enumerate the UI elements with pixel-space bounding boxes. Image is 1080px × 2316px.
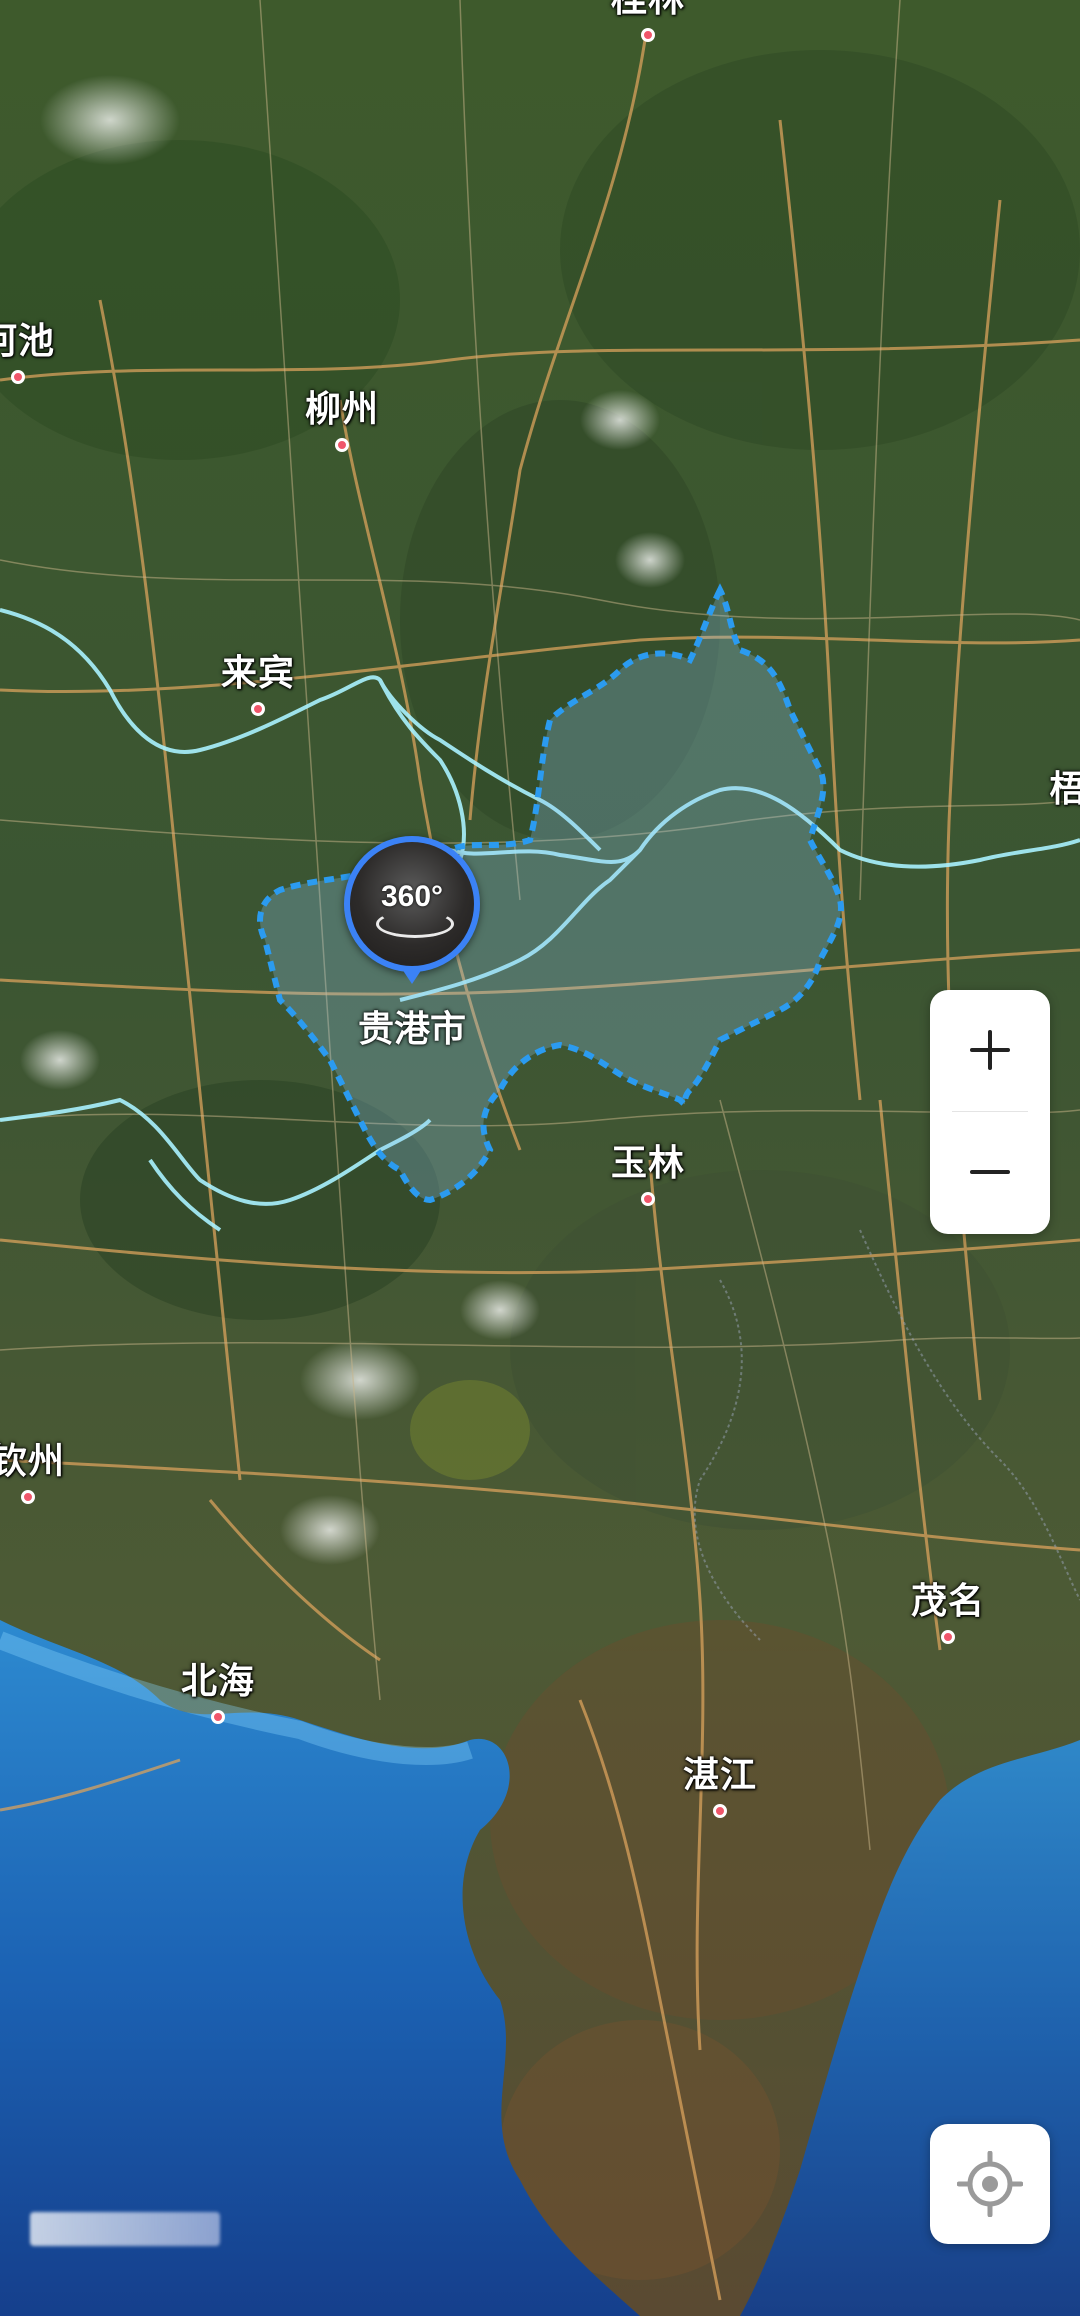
locate-button[interactable] [930,2124,1050,2244]
city-guilin[interactable]: 桂林 [611,0,685,42]
city-qinzhou[interactable]: 钦州 [0,1432,65,1504]
city-wuzhou[interactable]: 梧 [1049,760,1080,812]
city-dot [10,370,25,384]
city-name: 梧 [1049,769,1080,810]
city-name: 湛江 [682,1755,758,1796]
plus-icon [970,1030,1010,1070]
minus-icon [970,1170,1010,1174]
city-name: 茂名 [910,1581,986,1622]
city-liuzhou[interactable]: 柳州 [305,380,379,452]
city-name: 河池 [0,321,56,362]
zoom-in-button[interactable] [930,990,1050,1110]
city-maoming[interactable]: 茂名 [911,1572,985,1644]
city-name: 柳州 [304,389,380,430]
city-beihai[interactable]: 北海 [181,1652,255,1724]
city-dot [640,1192,655,1206]
city-dot [640,28,655,42]
city-name: 桂林 [611,0,685,22]
selected-region-label[interactable]: 贵港市 [358,1000,466,1052]
city-name: 来宾 [220,653,296,694]
city-dot [334,438,349,452]
zoom-out-button[interactable] [930,1112,1050,1232]
map-logo [30,2212,220,2246]
map-view[interactable]: 桂林 河池 柳州 来宾 梧 玉林 钦州 北海 茂名 湛江 360° 贵港市 [0,0,1080,2316]
city-laibin[interactable]: 来宾 [221,644,295,716]
panorama-ring [376,910,454,938]
city-name: 北海 [180,1661,256,1702]
city-dot [210,1710,225,1724]
satellite-map[interactable] [0,0,1080,2316]
panorama-360-pin[interactable]: 360° [344,836,480,972]
city-name: 玉林 [610,1143,686,1184]
city-dot [250,702,265,716]
zoom-control [930,990,1050,1234]
pin-pointer [400,966,424,984]
city-hechi[interactable]: 河池 [0,312,55,384]
city-dot [20,1490,35,1504]
locate-crosshair-icon [957,2151,1023,2217]
city-name: 钦州 [0,1441,66,1482]
city-dot [940,1630,955,1644]
city-dot [712,1804,727,1818]
city-yulin[interactable]: 玉林 [611,1134,685,1206]
panorama-360-icon: 360° [380,880,444,913]
city-zhanjiang[interactable]: 湛江 [683,1746,757,1818]
